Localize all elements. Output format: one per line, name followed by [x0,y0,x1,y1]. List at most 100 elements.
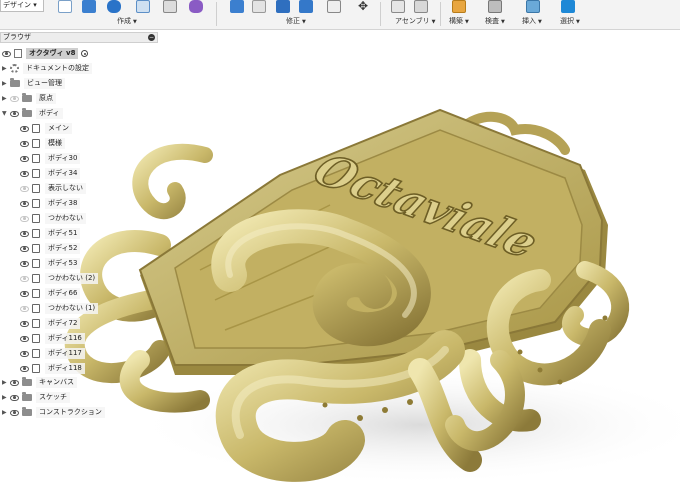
construct-menu[interactable]: 構築 ▼ [449,16,469,26]
body-item[interactable]: メイン [20,122,72,135]
body-item[interactable]: つかわない (2) [20,272,99,285]
extrude-icon[interactable] [82,0,96,13]
tree-node-sketches[interactable]: ▶ スケッチ [2,391,70,404]
body-item-label: 模様 [45,138,65,149]
workspace-switcher[interactable]: デザイン ▾ [0,0,44,12]
collapse-arrow-icon[interactable]: ▼ [2,110,8,117]
visibility-eye-icon[interactable] [20,170,29,177]
body-item[interactable]: つかわない [20,212,86,225]
expand-arrow-icon[interactable]: ▶ [2,80,8,87]
body-item[interactable]: ボディ66 [20,287,81,300]
expand-arrow-icon[interactable]: ▶ [2,394,8,401]
body-item[interactable]: ボディ52 [20,242,81,255]
root-component[interactable]: オクタヴィ v8 [2,47,89,60]
body-item-label: 表示しない [45,183,86,194]
body-item[interactable]: ボディ116 [20,332,85,345]
body-item[interactable]: ボディ34 [20,167,81,180]
expand-arrow-icon[interactable]: ▶ [2,95,8,102]
modify-menu[interactable]: 修正 ▼ [286,16,306,26]
inspect-menu[interactable]: 検査 ▼ [485,16,505,26]
visibility-eye-icon[interactable] [20,290,29,297]
body-item[interactable]: ボディ38 [20,197,81,210]
body-icon [32,154,40,163]
visibility-eye-icon[interactable] [20,140,29,147]
visibility-eye-icon[interactable] [20,125,29,132]
body-item[interactable]: 表示しない [20,182,86,195]
select-cursor-icon[interactable] [561,0,575,13]
tree-node-named-views[interactable]: ▶ ビュー管理 [2,77,65,90]
select-menu[interactable]: 選択 ▼ [560,16,580,26]
joint-icon[interactable] [414,0,428,13]
body-icon [32,259,40,268]
insert-menu[interactable]: 挿入 ▼ [522,16,542,26]
visibility-eye-icon[interactable] [20,230,29,237]
body-item-label: ボディ72 [45,318,81,329]
expand-arrow-icon[interactable]: ▶ [2,409,8,416]
visibility-eye-icon[interactable] [20,260,29,267]
body-item[interactable]: ボディ118 [20,362,85,375]
body-icon [32,169,40,178]
visibility-eye-icon[interactable] [20,305,29,312]
expand-arrow-icon[interactable]: ▶ [2,65,8,72]
body-item-label: つかわない [45,213,86,224]
body-item[interactable]: 模様 [20,137,65,150]
visibility-eye-icon[interactable] [10,379,19,386]
new-component-icon[interactable] [391,0,405,13]
fillet-icon[interactable] [252,0,266,13]
chamfer-icon[interactable] [276,0,290,13]
pattern-icon[interactable] [163,0,177,13]
body-item[interactable]: ボディ72 [20,317,81,330]
visibility-eye-icon[interactable] [20,155,29,162]
body-item[interactable]: ボディ53 [20,257,81,270]
visibility-eye-icon[interactable] [20,200,29,207]
visibility-eye-icon[interactable] [20,185,29,192]
tree-node-construction[interactable]: ▶ コンストラクション [2,406,105,419]
form-icon[interactable] [189,0,203,13]
body-item-label: メイン [45,123,72,134]
body-item[interactable]: ボディ30 [20,152,81,165]
body-icon [32,349,40,358]
visibility-eye-icon[interactable] [20,320,29,327]
assemble-menu[interactable]: アセンブリ ▼ [395,16,436,26]
visibility-eye-icon[interactable] [10,110,19,117]
body-item[interactable]: ボディ117 [20,347,85,360]
measure-icon[interactable] [488,0,502,13]
body-item-label: ボディ53 [45,258,81,269]
combine-icon[interactable] [327,0,341,13]
body-item[interactable]: ボディ51 [20,227,81,240]
activate-component-icon[interactable] [81,50,89,57]
move-icon[interactable]: ✥ [356,0,370,14]
visibility-eye-icon[interactable] [10,394,19,401]
tree-node-bodies[interactable]: ▼ ボディ [2,107,63,120]
folder-icon [22,392,32,401]
insert-image-icon[interactable] [526,0,540,13]
visibility-eye-icon[interactable] [20,245,29,252]
visibility-eye-icon[interactable] [10,409,19,416]
new-sketch-icon[interactable] [58,0,72,13]
visibility-eye-icon[interactable] [20,350,29,357]
collapse-browser-icon[interactable]: − [148,34,155,41]
visibility-eye-icon[interactable] [20,335,29,342]
revolve-icon[interactable] [107,0,121,13]
body-icon [32,139,40,148]
create-menu[interactable]: 作成 ▼ [117,16,137,26]
tree-node-canvases[interactable]: ▶ キャンバス [2,376,77,389]
visibility-eye-icon[interactable] [2,50,11,57]
visibility-eye-icon[interactable] [20,215,29,222]
offset-plane-icon[interactable] [452,0,466,13]
hole-icon[interactable] [136,0,150,13]
browser-title: ブラウザ [3,33,31,41]
press-pull-icon[interactable] [230,0,244,13]
visibility-eye-icon[interactable] [20,365,29,372]
tree-node-document-settings[interactable]: ▶ ドキュメントの設定 [2,62,92,75]
body-item-label: つかわない (1) [45,303,99,314]
body-item[interactable]: つかわない (1) [20,302,99,315]
body-item-label: ボディ118 [45,363,85,374]
expand-arrow-icon[interactable]: ▶ [2,379,8,386]
visibility-eye-icon[interactable] [20,275,29,282]
shell-icon[interactable] [299,0,313,13]
body-item-label: つかわない (2) [45,273,99,284]
visibility-eye-icon[interactable] [10,95,19,102]
tree-node-origin[interactable]: ▶ 原点 [2,92,56,105]
browser-panel: ブラウザ − オクタヴィ v8 ▶ ドキュメントの設定 ▶ ビュー管理 ▶ 原点… [0,30,160,425]
